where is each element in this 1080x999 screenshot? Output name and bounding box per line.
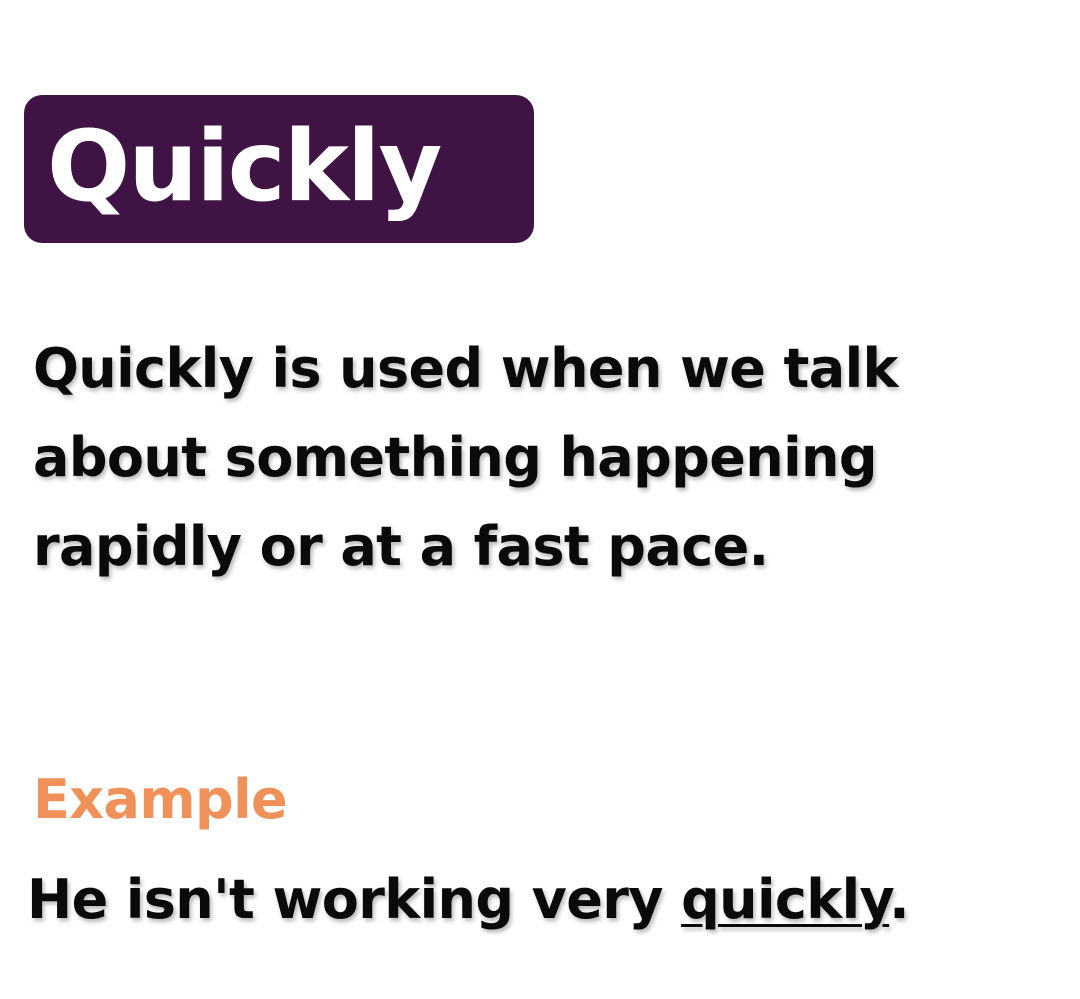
example-sentence-end: .: [889, 868, 910, 931]
example-highlighted-word: quickly: [681, 868, 890, 931]
example-label: Example: [33, 768, 288, 831]
definition-text: Quickly is used when we talk about somet…: [33, 337, 898, 578]
title-word: Quickly: [47, 110, 442, 224]
example-sentence: He isn't working very quickly.: [27, 860, 910, 940]
example-sentence-start: He isn't working very: [27, 868, 682, 931]
